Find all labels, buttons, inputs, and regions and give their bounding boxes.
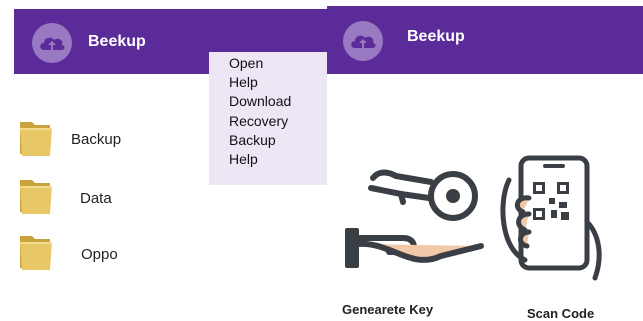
scan-code-label: Scan Code	[527, 306, 595, 321]
folder-item-oppo[interactable]: Oppo	[18, 232, 208, 276]
folder-label: Data	[80, 190, 112, 207]
folder-item-backup[interactable]: Backup	[18, 118, 208, 162]
menu-item-recovery[interactable]: Recovery	[229, 112, 327, 131]
menu-item-help-2[interactable]: Help	[229, 150, 327, 169]
left-screen: Beekup Open Help Download Recovery Backu…	[0, 0, 330, 321]
folder-label: Oppo	[81, 246, 118, 263]
menu-item-download[interactable]: Download	[229, 92, 327, 111]
folder-label: Backup	[71, 131, 122, 148]
app-logo	[343, 21, 383, 61]
scan-code-button[interactable]: Scan Code	[499, 152, 615, 321]
folder-item-data[interactable]: Data	[18, 176, 208, 220]
key-hand-icon	[345, 169, 484, 268]
cloud-upload-icon	[40, 37, 65, 50]
app-title: Beekup	[88, 33, 146, 50]
folder-icon	[20, 180, 52, 214]
right-screen: Beekup Genearete Key Scan Code	[327, 0, 643, 321]
app-header: Beekup	[327, 6, 643, 74]
cloud-upload-icon	[351, 35, 376, 48]
menu-item-backup[interactable]: Backup	[229, 131, 327, 150]
app-logo	[32, 23, 72, 63]
context-menu: Open Help Download Recovery Backup Help	[209, 52, 327, 185]
app-title: Beekup	[407, 28, 465, 45]
menu-item-help[interactable]: Help	[229, 73, 327, 92]
folder-icon	[20, 236, 52, 270]
generate-key-label: Genearete Key	[342, 302, 434, 317]
generate-key-button[interactable]: Genearete Key	[341, 160, 491, 317]
menu-item-open[interactable]: Open	[229, 54, 327, 73]
folder-icon	[20, 122, 52, 156]
phone-qr-scan-icon	[500, 155, 602, 281]
